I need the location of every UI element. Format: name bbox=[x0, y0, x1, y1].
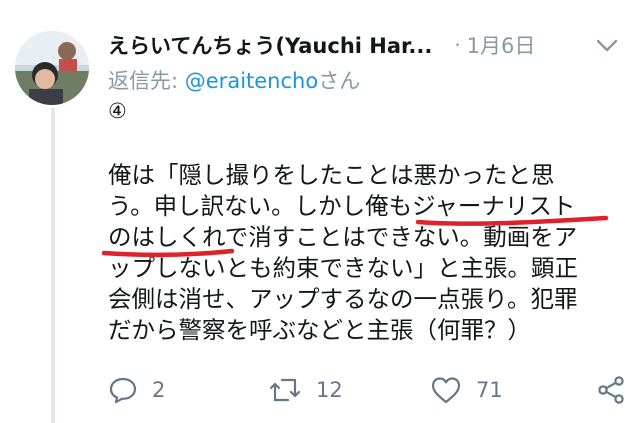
share-button[interactable] bbox=[596, 372, 626, 408]
reply-icon bbox=[108, 375, 138, 405]
reply-count: 2 bbox=[152, 378, 166, 402]
reply-context: 返信先: @eraitenchoさん bbox=[108, 65, 360, 95]
thread-line bbox=[51, 108, 55, 423]
reply-suffix: さん bbox=[318, 69, 361, 93]
retweet-icon bbox=[268, 375, 302, 405]
like-button[interactable]: 71 bbox=[430, 372, 503, 408]
retweet-button[interactable]: 12 bbox=[268, 372, 343, 408]
chevron-down-icon[interactable] bbox=[594, 32, 620, 58]
avatar[interactable] bbox=[15, 31, 89, 105]
tweet-body: 俺は「隠し撮りをしたことは悪かったと思 う。申し訳ない。しかし俺もジャーナリスト… bbox=[108, 160, 623, 346]
tweet-actions: 2 12 71 bbox=[108, 372, 628, 408]
author-name[interactable]: えらいてんちょう(Yauchi Har... bbox=[108, 30, 432, 60]
tweet-body-line: ップしないとも約束できない」と主張。顕正 bbox=[108, 254, 578, 282]
thread-number: ④ bbox=[108, 99, 127, 123]
share-icon bbox=[596, 375, 626, 405]
tweet-date[interactable]: 1月6日 bbox=[467, 30, 536, 60]
retweet-count: 12 bbox=[316, 378, 343, 402]
reply-button[interactable]: 2 bbox=[108, 372, 165, 408]
tweet-body-line: のはしくれで消すことはできない。動画をア bbox=[108, 223, 578, 251]
tweet-body-line: だから警察を呼ぶなどと主張（何罪？） bbox=[108, 316, 531, 344]
tweet-header: えらいてんちょう(Yauchi Har... · 1月6日 bbox=[108, 28, 628, 62]
header-separator: · bbox=[454, 33, 461, 57]
reply-prefix: 返信先: bbox=[108, 69, 185, 93]
tweet-body-line: 会側は消せ、アップするなの一点張り。犯罪 bbox=[108, 285, 578, 313]
reply-handle-link[interactable]: @eraitencho bbox=[185, 69, 318, 93]
like-count: 71 bbox=[476, 378, 503, 402]
tweet-body-line: 俺は「隠し撮りをしたことは悪かったと思 bbox=[108, 161, 555, 189]
tweet-body-line: う。申し訳ない。しかし俺もジャーナリスト bbox=[108, 192, 576, 220]
heart-icon bbox=[430, 375, 462, 405]
